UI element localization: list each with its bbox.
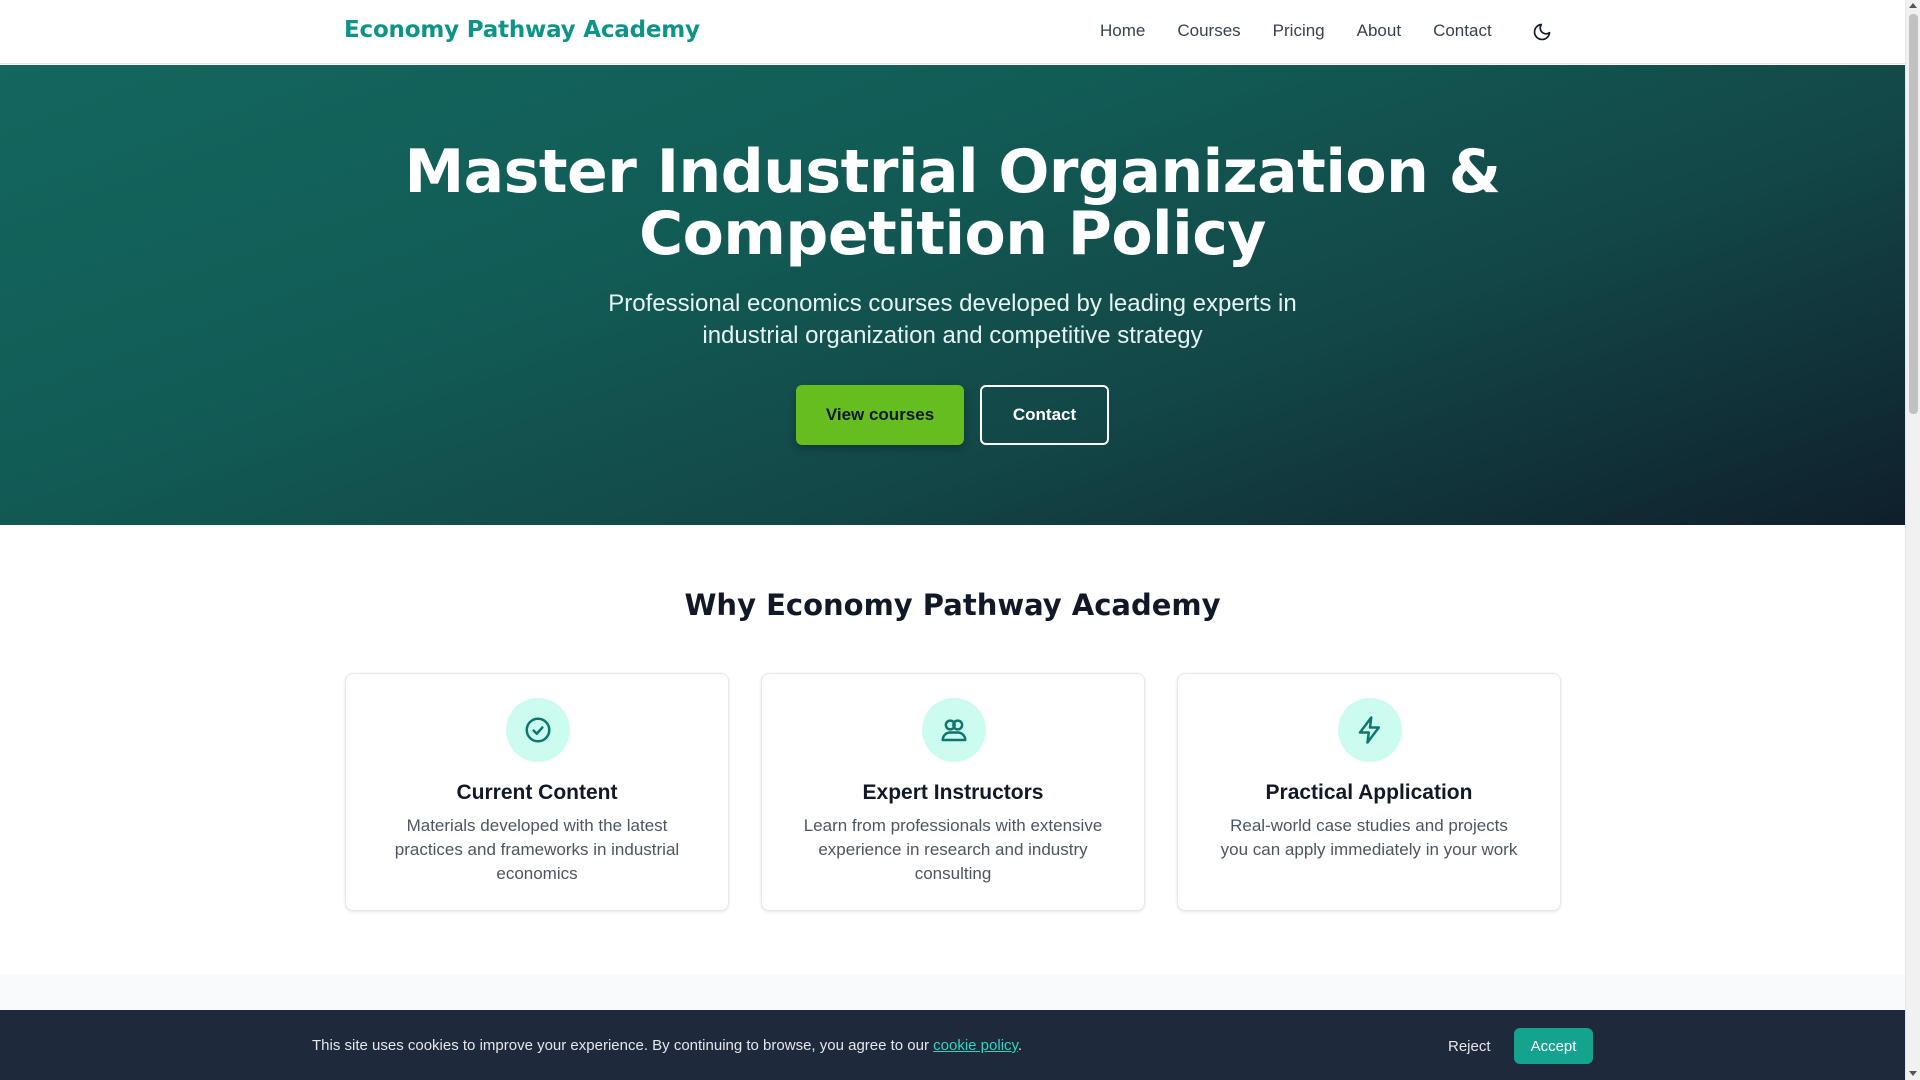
main-nav: Home Courses Pricing About Contact [1100,21,1524,41]
feature-cards: Current Content Materials developed with… [345,673,1561,911]
site-logo[interactable]: Economy Pathway Academy [344,17,700,43]
scroll-down-arrow-icon[interactable] [1909,1071,1917,1076]
card-title: Practical Application [1265,781,1473,804]
card-icon-circle [506,698,570,762]
card-text: Materials developed with the latest prac… [394,816,680,883]
hero-buttons: View courses Contact [0,385,1905,445]
cookie-banner: This site uses cookies to improve your e… [0,1010,1905,1080]
cookie-reject-button[interactable]: Reject [1436,1028,1503,1064]
hero-title: Master Industrial Organization & Competi… [0,141,1905,265]
users-icon [941,719,967,742]
card-title: Expert Instructors [862,781,1044,804]
card-title: Current Content [456,781,618,804]
hero-section: Master Industrial Organization & Competi… [0,65,1905,525]
hero-title-line1: Master Industrial Organization & [404,137,1501,207]
site-header: Economy Pathway Academy Home Courses Pri… [0,0,1905,64]
scrollbar[interactable] [1905,0,1920,1080]
nav-about[interactable]: About [1357,21,1401,41]
cookie-message: This site uses cookies to improve your e… [312,1037,1022,1054]
cookie-accept-button[interactable]: Accept [1514,1028,1593,1064]
card-text: Real-world case studies and projects you… [1220,816,1518,859]
feature-card: Current Content Materials developed with… [345,673,729,911]
moon-icon [1533,23,1551,41]
page: Economy Pathway Academy Home Courses Pri… [0,0,1905,1080]
hero-title-line2: Competition Policy [639,199,1266,269]
scroll-up-arrow-icon[interactable] [1909,3,1917,8]
nav-contact[interactable]: Contact [1433,21,1492,41]
view-courses-button[interactable]: View courses [796,385,964,445]
nav-home[interactable]: Home [1100,21,1145,41]
contact-button[interactable]: Contact [980,385,1109,445]
card-icon-circle [1338,698,1402,762]
scroll-thumb[interactable] [1909,14,1918,414]
features-title: Why Economy Pathway Academy [684,588,1221,622]
card-text: Learn from professionals with extensive … [803,816,1103,883]
cookie-text-after: . [1017,1037,1023,1054]
card-icon-circle [922,698,986,762]
feature-card: Expert Instructors Learn from profession… [761,673,1145,911]
cookie-text-before: This site uses cookies to improve your e… [312,1037,934,1054]
check-circle-icon [525,717,551,743]
nav-courses[interactable]: Courses [1177,21,1240,41]
theme-toggle-button[interactable] [1528,18,1556,46]
cookie-policy-link[interactable]: cookie policy [933,1037,1018,1054]
hero-subtitle: Professional economics courses developed… [608,290,1297,349]
nav-pricing[interactable]: Pricing [1273,21,1325,41]
lightning-icon [1358,716,1380,744]
feature-card: Practical Application Real-world case st… [1177,673,1561,911]
next-section-band [0,974,1905,1014]
